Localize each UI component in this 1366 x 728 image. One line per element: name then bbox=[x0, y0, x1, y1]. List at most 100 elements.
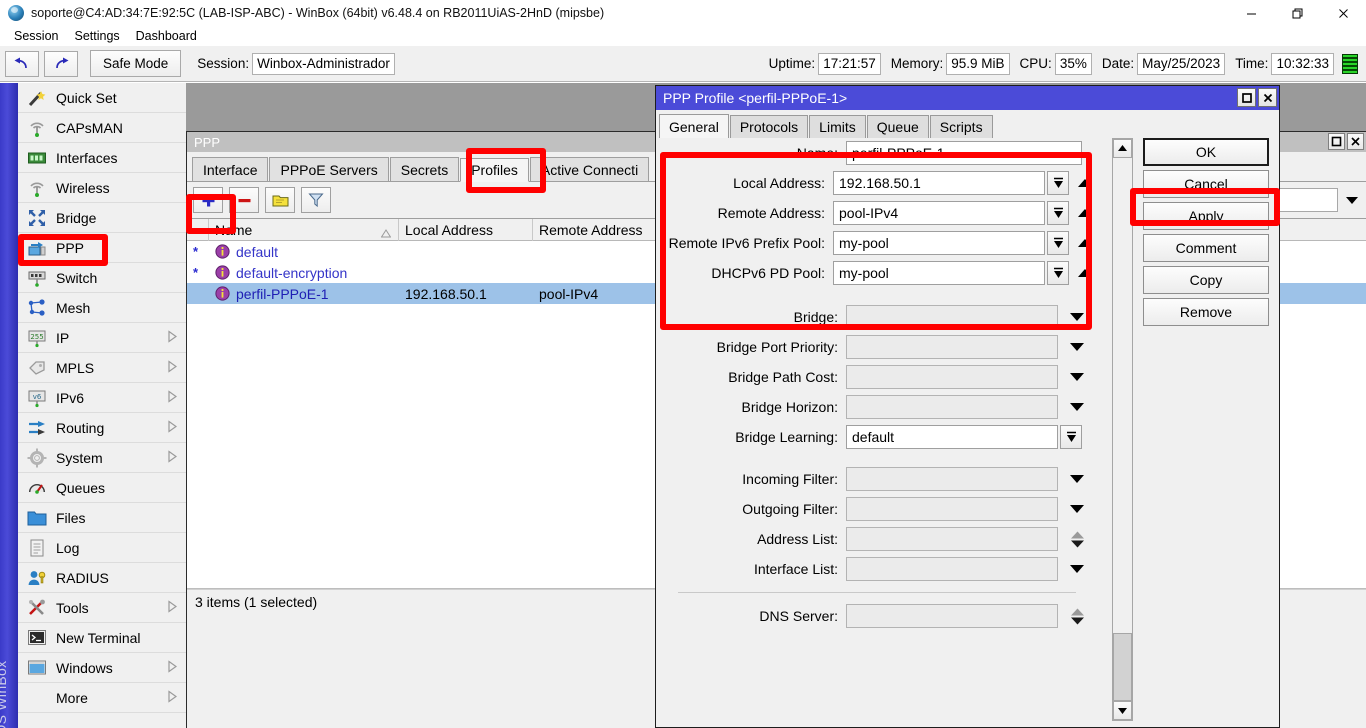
sidebar-item-ppp[interactable]: PPP bbox=[18, 233, 186, 263]
field-input[interactable]: my-pool bbox=[833, 261, 1045, 285]
chevron-down-icon[interactable] bbox=[1064, 504, 1090, 514]
sidebar-item-wireless[interactable]: Wireless bbox=[18, 173, 186, 203]
field-input[interactable]: default bbox=[846, 425, 1058, 449]
dialog-close-icon[interactable] bbox=[1258, 88, 1277, 107]
ppp-tab-pppoe-servers[interactable]: PPPoE Servers bbox=[269, 157, 388, 181]
menu-item-settings[interactable]: Settings bbox=[66, 29, 127, 43]
field-input[interactable] bbox=[846, 497, 1058, 521]
field-input[interactable]: my-pool bbox=[833, 231, 1045, 255]
scroll-up-icon[interactable] bbox=[1113, 139, 1132, 158]
dialog-tab-protocols[interactable]: Protocols bbox=[730, 115, 808, 138]
field-input[interactable] bbox=[846, 395, 1058, 419]
sidebar-item-queues[interactable]: Queues bbox=[18, 473, 186, 503]
sidebar-item-routing[interactable]: Routing bbox=[18, 413, 186, 443]
field-control: my-pool bbox=[833, 261, 1096, 285]
dropdown-button[interactable] bbox=[1047, 231, 1069, 255]
apply-button[interactable]: Apply bbox=[1143, 202, 1269, 230]
sidebar-item-ipv6[interactable]: v6IPv6 bbox=[18, 383, 186, 413]
filter-button[interactable] bbox=[301, 187, 331, 213]
remove-button[interactable]: Remove bbox=[1143, 298, 1269, 326]
sidebar-item-log[interactable]: Log bbox=[18, 533, 186, 563]
sidebar-item-files[interactable]: Files bbox=[18, 503, 186, 533]
expand-up-icon[interactable] bbox=[1074, 268, 1096, 278]
sidebar-item-system[interactable]: System bbox=[18, 443, 186, 473]
scrollbar-track[interactable] bbox=[1113, 158, 1132, 701]
cpu-graph-icon[interactable] bbox=[1342, 54, 1358, 74]
sidebar-item-switch[interactable]: Switch bbox=[18, 263, 186, 293]
copy-button[interactable]: Copy bbox=[1143, 266, 1269, 294]
close-icon[interactable] bbox=[1320, 0, 1366, 26]
ok-button[interactable]: OK bbox=[1143, 138, 1269, 166]
undo-arrow-icon[interactable] bbox=[5, 51, 39, 77]
dropdown-button[interactable] bbox=[1047, 171, 1069, 195]
comment-button[interactable] bbox=[265, 187, 295, 213]
sidebar-item-mesh[interactable]: Mesh bbox=[18, 293, 186, 323]
find-filter-chevron-down-icon[interactable] bbox=[1342, 188, 1362, 212]
expand-up-icon[interactable] bbox=[1074, 238, 1096, 248]
dialog-tab-limits[interactable]: Limits bbox=[809, 115, 866, 138]
dropdown-button[interactable] bbox=[1047, 201, 1069, 225]
ppp-close-icon[interactable] bbox=[1347, 133, 1364, 150]
sidebar-item-bridge[interactable]: Bridge bbox=[18, 203, 186, 233]
menu-item-session[interactable]: Session bbox=[6, 29, 66, 43]
comment-button[interactable]: Comment bbox=[1143, 234, 1269, 262]
field-input[interactable]: pool-IPv4 bbox=[833, 201, 1045, 225]
column-local-address[interactable]: Local Address bbox=[399, 219, 533, 241]
chevron-down-icon[interactable] bbox=[1064, 342, 1090, 352]
sidebar-item-interfaces[interactable]: Interfaces bbox=[18, 143, 186, 173]
sidebar-item-more[interactable]: More bbox=[18, 683, 186, 713]
field-input[interactable] bbox=[846, 365, 1058, 389]
dropdown-button[interactable] bbox=[1060, 425, 1082, 449]
menu-item-dashboard[interactable]: Dashboard bbox=[128, 29, 205, 43]
minimize-icon[interactable] bbox=[1228, 0, 1274, 26]
dialog-tab-scripts[interactable]: Scripts bbox=[930, 115, 993, 138]
safe-mode-button[interactable]: Safe Mode bbox=[90, 50, 181, 77]
expand-up-icon[interactable] bbox=[1074, 178, 1096, 188]
chevron-down-icon[interactable] bbox=[1064, 372, 1090, 382]
field-input[interactable]: perfil-PPPoE-1 bbox=[846, 141, 1082, 165]
scroll-down-icon[interactable] bbox=[1113, 701, 1132, 720]
spinner-up-down-icon[interactable] bbox=[1064, 608, 1090, 625]
sidebar-item-capsman[interactable]: CAPsMAN bbox=[18, 113, 186, 143]
field-input[interactable] bbox=[846, 604, 1058, 628]
field-input[interactable] bbox=[846, 557, 1058, 581]
sidebar-item-radius[interactable]: RADIUS bbox=[18, 563, 186, 593]
ppp-maximize-icon[interactable] bbox=[1328, 133, 1345, 150]
dialog-maximize-icon[interactable] bbox=[1237, 88, 1256, 107]
sidebar-item-new-terminal[interactable]: New Terminal bbox=[18, 623, 186, 653]
session-value[interactable]: Winbox-Administrador bbox=[252, 53, 395, 75]
form-row: Remote IPv6 Prefix Pool:my-pool bbox=[656, 228, 1096, 258]
spinner-up-down-icon[interactable] bbox=[1064, 531, 1090, 548]
expand-up-icon[interactable] bbox=[1074, 208, 1096, 218]
dialog-tab-queue[interactable]: Queue bbox=[867, 115, 929, 138]
sidebar-item-mpls[interactable]: MPLS bbox=[18, 353, 186, 383]
dialog-tab-general[interactable]: General bbox=[659, 114, 729, 138]
chevron-down-icon[interactable] bbox=[1064, 402, 1090, 412]
sidebar-item-ip[interactable]: 255IP bbox=[18, 323, 186, 353]
sidebar-item-tools[interactable]: Tools bbox=[18, 593, 186, 623]
remove-button[interactable] bbox=[229, 187, 259, 213]
chevron-down-icon[interactable] bbox=[1064, 564, 1090, 574]
dialog-scrollbar[interactable] bbox=[1112, 138, 1133, 721]
field-input[interactable] bbox=[846, 527, 1058, 551]
mesh-icon bbox=[26, 297, 48, 319]
sidebar-item-quick-set[interactable]: Quick Set bbox=[18, 83, 186, 113]
cancel-button[interactable]: Cancel bbox=[1143, 170, 1269, 198]
field-input[interactable] bbox=[846, 305, 1058, 329]
scrollbar-thumb[interactable] bbox=[1113, 633, 1132, 701]
ppp-tab-interface[interactable]: Interface bbox=[192, 157, 268, 181]
chevron-down-icon[interactable] bbox=[1064, 474, 1090, 484]
maximize-icon[interactable] bbox=[1274, 0, 1320, 26]
field-input[interactable]: 192.168.50.1 bbox=[833, 171, 1045, 195]
redo-arrow-icon[interactable] bbox=[44, 51, 78, 77]
dropdown-button[interactable] bbox=[1047, 261, 1069, 285]
ppp-tab-active-connecti[interactable]: Active Connecti bbox=[530, 157, 649, 181]
sidebar-item-windows[interactable]: Windows bbox=[18, 653, 186, 683]
ppp-tab-secrets[interactable]: Secrets bbox=[390, 157, 459, 181]
field-input[interactable] bbox=[846, 467, 1058, 491]
add-button[interactable] bbox=[193, 187, 223, 213]
ppp-tab-profiles[interactable]: Profiles bbox=[460, 158, 529, 182]
column-name[interactable]: Name bbox=[209, 219, 399, 241]
field-input[interactable] bbox=[846, 335, 1058, 359]
chevron-down-icon[interactable] bbox=[1064, 312, 1090, 322]
